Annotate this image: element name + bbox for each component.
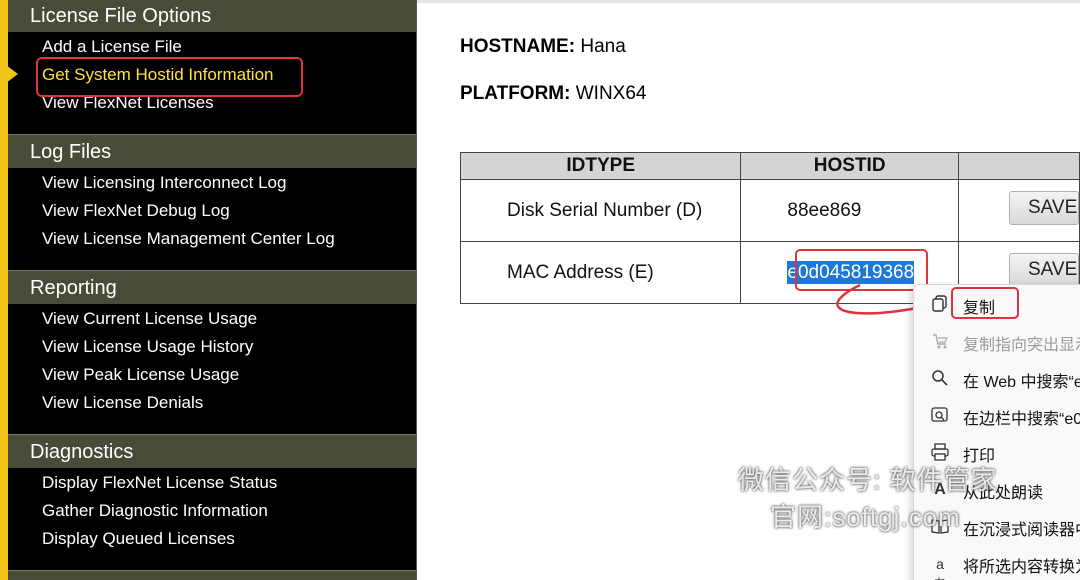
nav-view-flexnet-debug-log[interactable]: View FlexNet Debug Log	[42, 200, 230, 222]
translate-icon: aあ	[933, 556, 947, 580]
section-header-next	[8, 570, 416, 580]
menu-item-search-sidebar[interactable]: 在边栏中搜索“e0	[914, 397, 1080, 434]
menu-item-label: 将所选内容转换为	[963, 559, 1080, 576]
active-item-arrow-icon	[6, 65, 18, 83]
cell-action: SAVE	[957, 179, 1080, 242]
hostname-value: Hana	[580, 36, 626, 57]
menu-item-translate[interactable]: aあ 将所选内容转换为	[914, 545, 1080, 580]
hostname-label: HOSTNAME:	[460, 36, 576, 57]
sidebar-divider	[416, 0, 417, 580]
column-header-action	[957, 152, 1080, 180]
hostid-table: IDTYPE HOSTID Disk Serial Number (D) 88e…	[459, 152, 1080, 304]
menu-item-copy-link-to-highlight: 复制指向突出显示	[914, 323, 1080, 360]
section-header-license-file-options: License File Options	[8, 0, 416, 32]
nav-view-license-management-center-log[interactable]: View License Management Center Log	[42, 228, 335, 250]
save-button[interactable]: SAVE	[1008, 252, 1079, 287]
nav-display-flexnet-license-status[interactable]: Display FlexNet License Status	[42, 472, 277, 494]
copy-highlight-box	[951, 287, 1019, 319]
column-header-idtype: IDTYPE	[459, 152, 742, 180]
menu-item-label: 在 Web 中搜索“e	[963, 374, 1080, 391]
nav-view-license-usage-history[interactable]: View License Usage History	[42, 336, 253, 358]
watermark-line-1: 微信公众号: 软件管家	[738, 465, 998, 495]
menu-item-label: 复制指向突出显示	[963, 337, 1080, 354]
section-header-diagnostics: Diagnostics	[8, 434, 416, 468]
table-header-row: IDTYPE HOSTID	[459, 152, 1080, 180]
sidebar-search-icon	[930, 406, 950, 426]
nav-gather-diagnostic-information[interactable]: Gather Diagnostic Information	[42, 500, 268, 522]
column-header-hostid: HOSTID	[740, 152, 959, 180]
sidebar: License File Options Add a License File …	[0, 0, 417, 580]
menu-item-label: 在边栏中搜索“e0	[963, 411, 1080, 428]
nav-view-peak-license-usage[interactable]: View Peak License Usage	[42, 364, 239, 386]
save-button[interactable]: SAVE	[1008, 190, 1079, 225]
cell-hostid: 88ee869	[740, 179, 959, 242]
active-item-highlight-box	[36, 57, 303, 97]
content-top-border	[417, 0, 1080, 3]
nav-add-license-file[interactable]: Add a License File	[42, 36, 182, 58]
nav-view-current-license-usage[interactable]: View Current License Usage	[42, 308, 257, 330]
copy-icon	[930, 295, 950, 315]
sidebar-accent-strip	[0, 0, 8, 580]
watermark-line-2: 官网:softgj.com	[770, 502, 961, 532]
section-header-reporting: Reporting	[8, 270, 416, 304]
platform-label: PLATFORM:	[460, 83, 571, 104]
search-icon	[930, 369, 950, 389]
platform-line: PLATFORM: WINX64	[460, 83, 647, 105]
menu-item-label: 在沉浸式阅读器中	[963, 522, 1080, 539]
menu-item-search-web[interactable]: 在 Web 中搜索“e	[914, 360, 1080, 397]
nav-view-licensing-interconnect-log[interactable]: View Licensing Interconnect Log	[42, 172, 286, 194]
context-menu: 复制 复制指向突出显示 在 Web 中搜索“e 在边栏中搜索“e0 打印 A 从…	[913, 284, 1080, 580]
platform-value: WINX64	[575, 83, 647, 104]
cell-idtype: Disk Serial Number (D)	[459, 179, 742, 242]
section-header-log-files: Log Files	[8, 134, 416, 168]
hostname-line: HOSTNAME: Hana	[460, 36, 626, 58]
nav-display-queued-licenses[interactable]: Display Queued Licenses	[42, 528, 235, 550]
nav-view-license-denials[interactable]: View License Denials	[42, 392, 203, 414]
table-row: Disk Serial Number (D) 88ee869 SAVE	[459, 179, 1080, 242]
copy-link-highlight-icon	[930, 332, 950, 352]
cell-idtype: MAC Address (E)	[459, 241, 742, 304]
